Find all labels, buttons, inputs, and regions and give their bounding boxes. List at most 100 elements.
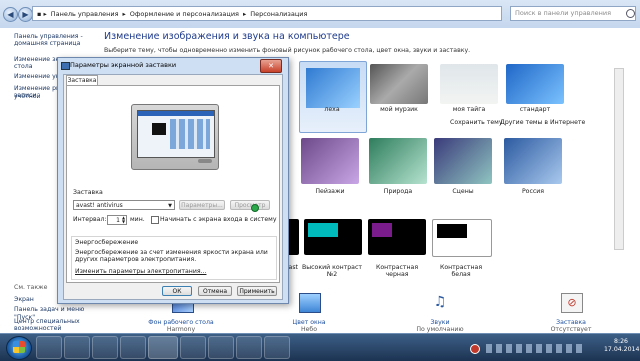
sidebar-link-account-picture-2[interactable]: записи: [14, 92, 37, 100]
window-color-link[interactable]: Цвет окна: [274, 319, 344, 326]
screensaver-select[interactable]: avast! antivirus ▼: [73, 200, 175, 210]
resume-checkbox[interactable]: [151, 216, 159, 224]
interval-spinner[interactable]: 1 ▲ ▼: [107, 215, 127, 225]
page-subtitle: Выберите тему, чтобы одновременно измени…: [104, 47, 471, 54]
busy-cursor-icon: [251, 204, 259, 212]
breadcrumb[interactable]: ▪ ▸ Панель управления ▸ Оформление и пер…: [32, 6, 502, 21]
theme-label: Контрастная черная: [375, 264, 419, 278]
theme-contrast-white[interactable]: [432, 219, 492, 257]
clock-time: 8:26: [614, 338, 628, 345]
taskbar-app-icon[interactable]: [236, 336, 262, 359]
theme-label: Высокий контраст №2: [302, 264, 362, 278]
desktop-background-value: Harmony: [166, 326, 196, 333]
preview-window: [152, 123, 166, 135]
desktop-background-link[interactable]: Фон рабочего стола: [146, 319, 216, 326]
taskbar-clock[interactable]: 8:26 17.04.2014: [604, 338, 639, 354]
save-theme-link[interactable]: Сохранить тему: [450, 119, 503, 126]
theme-label: моя тайга: [452, 106, 486, 113]
sounds-value: По умолчанию: [416, 326, 464, 333]
theme-russia[interactable]: [504, 138, 562, 184]
taskbar-ie-icon[interactable]: [36, 336, 62, 359]
theme-label: мой мурзик: [380, 106, 418, 113]
interval-value: 1: [116, 217, 120, 224]
windows-logo-icon: [13, 341, 25, 353]
screensaver-value: Отсутствует: [550, 326, 592, 333]
see-also-title: См. также: [14, 284, 48, 291]
taskbar-app-icon[interactable]: [120, 336, 146, 359]
screensaver-icon[interactable]: ⊘: [561, 293, 583, 313]
resume-checkbox-label[interactable]: Начинать с экрана входа в систему: [160, 216, 277, 223]
back-icon[interactable]: ◀: [3, 7, 18, 22]
preview-screen: [137, 110, 215, 158]
theme-high-contrast-2[interactable]: [304, 219, 362, 255]
screensaver-link[interactable]: Заставка: [536, 319, 606, 326]
system-tray-icons[interactable]: [486, 344, 586, 353]
breadcrumb-root-icon: ▪ ▸: [37, 9, 47, 18]
params-button[interactable]: Параметры...: [179, 200, 225, 210]
theme-moya-tayga[interactable]: [440, 64, 498, 104]
taskbar-app-icon[interactable]: [208, 336, 234, 359]
screensaver-group-title: Заставка: [73, 189, 103, 196]
theme-label: Пейзажи: [315, 188, 345, 195]
sidebar-link-home-2[interactable]: домашняя страница: [14, 40, 80, 48]
taskbar-app-icon[interactable]: [264, 336, 290, 359]
close-button[interactable]: ✕: [260, 59, 282, 73]
preview-titlebar: [138, 111, 214, 116]
monitor-preview: [131, 104, 219, 170]
power-settings-link[interactable]: Изменить параметры электропитания...: [75, 268, 206, 275]
apply-button[interactable]: Применить: [237, 286, 277, 296]
more-themes-link[interactable]: Другие темы в Интернете: [500, 119, 585, 126]
sidebar-link-display[interactable]: Экран: [14, 296, 34, 304]
page-title: Изменение изображения и звука на компьют…: [104, 31, 350, 42]
breadcrumb-item[interactable]: Оформление и персонализация: [130, 10, 239, 18]
power-description: Энергосбережение за счет изменения яркос…: [75, 249, 268, 263]
dialog-body: Заставка Заставка avast! antivirus ▼ Пар…: [63, 74, 283, 300]
dialog-app-icon: [61, 62, 70, 70]
screensaver-select-value: avast! antivirus: [76, 202, 123, 209]
theme-label: леха: [324, 106, 340, 113]
theme-label: Россия: [521, 188, 545, 195]
screensaver-dialog: Параметры экранной заставки ✕ Заставка З…: [57, 57, 289, 304]
search-icon[interactable]: [626, 9, 635, 18]
taskbar-control-panel-icon[interactable]: [148, 336, 178, 359]
theme-lekha[interactable]: [299, 61, 367, 133]
search-input[interactable]: Поиск в панели управления: [510, 6, 636, 21]
dialog-title: Параметры экранной заставки: [70, 61, 177, 69]
theme-preview: [306, 68, 360, 108]
theme-standart[interactable]: [506, 64, 564, 104]
scrollbar[interactable]: [614, 68, 624, 250]
preview-button[interactable]: Просмотр: [230, 200, 270, 210]
forward-icon[interactable]: ▶: [18, 7, 33, 22]
window-color-icon[interactable]: [299, 293, 321, 313]
sounds-link[interactable]: Звуки: [405, 319, 475, 326]
taskbar-media-icon[interactable]: [92, 336, 118, 359]
sidebar-link-icons-2[interactable]: стола: [14, 63, 33, 71]
monitor-button: [198, 159, 212, 163]
sounds-icon[interactable]: ♫: [430, 293, 450, 311]
breadcrumb-separator-icon: ▸: [122, 9, 126, 18]
theme-landscapes[interactable]: [301, 138, 359, 184]
theme-nature[interactable]: [369, 138, 427, 184]
theme-preview: [437, 224, 467, 238]
sidebar-link-accessibility-2[interactable]: возможностей: [14, 325, 61, 333]
theme-label: Сцены: [452, 188, 474, 195]
record-icon[interactable]: [470, 344, 480, 354]
minutes-label: мин.: [130, 216, 145, 223]
spinner-arrows-icon[interactable]: ▲ ▼: [121, 216, 126, 224]
breadcrumb-item[interactable]: Панель управления: [51, 10, 119, 18]
chevron-down-icon: ▼: [168, 203, 172, 209]
ok-button[interactable]: ОК: [162, 286, 192, 296]
breadcrumb-item[interactable]: Персонализация: [250, 10, 307, 18]
theme-moy-murzik[interactable]: [370, 64, 428, 104]
theme-contrast-black[interactable]: [368, 219, 426, 255]
taskbar-app-icon[interactable]: [180, 336, 206, 359]
close-icon: ✕: [268, 62, 274, 70]
cancel-button[interactable]: Отмена: [198, 286, 232, 296]
theme-label: стандарт: [519, 106, 551, 113]
taskbar-explorer-icon[interactable]: [64, 336, 90, 359]
theme-scenes[interactable]: [434, 138, 492, 184]
theme-label: Природа: [383, 188, 413, 195]
start-button[interactable]: [6, 336, 32, 360]
theme-label: Контрастная белая: [439, 264, 483, 278]
theme-preview: [308, 223, 338, 237]
